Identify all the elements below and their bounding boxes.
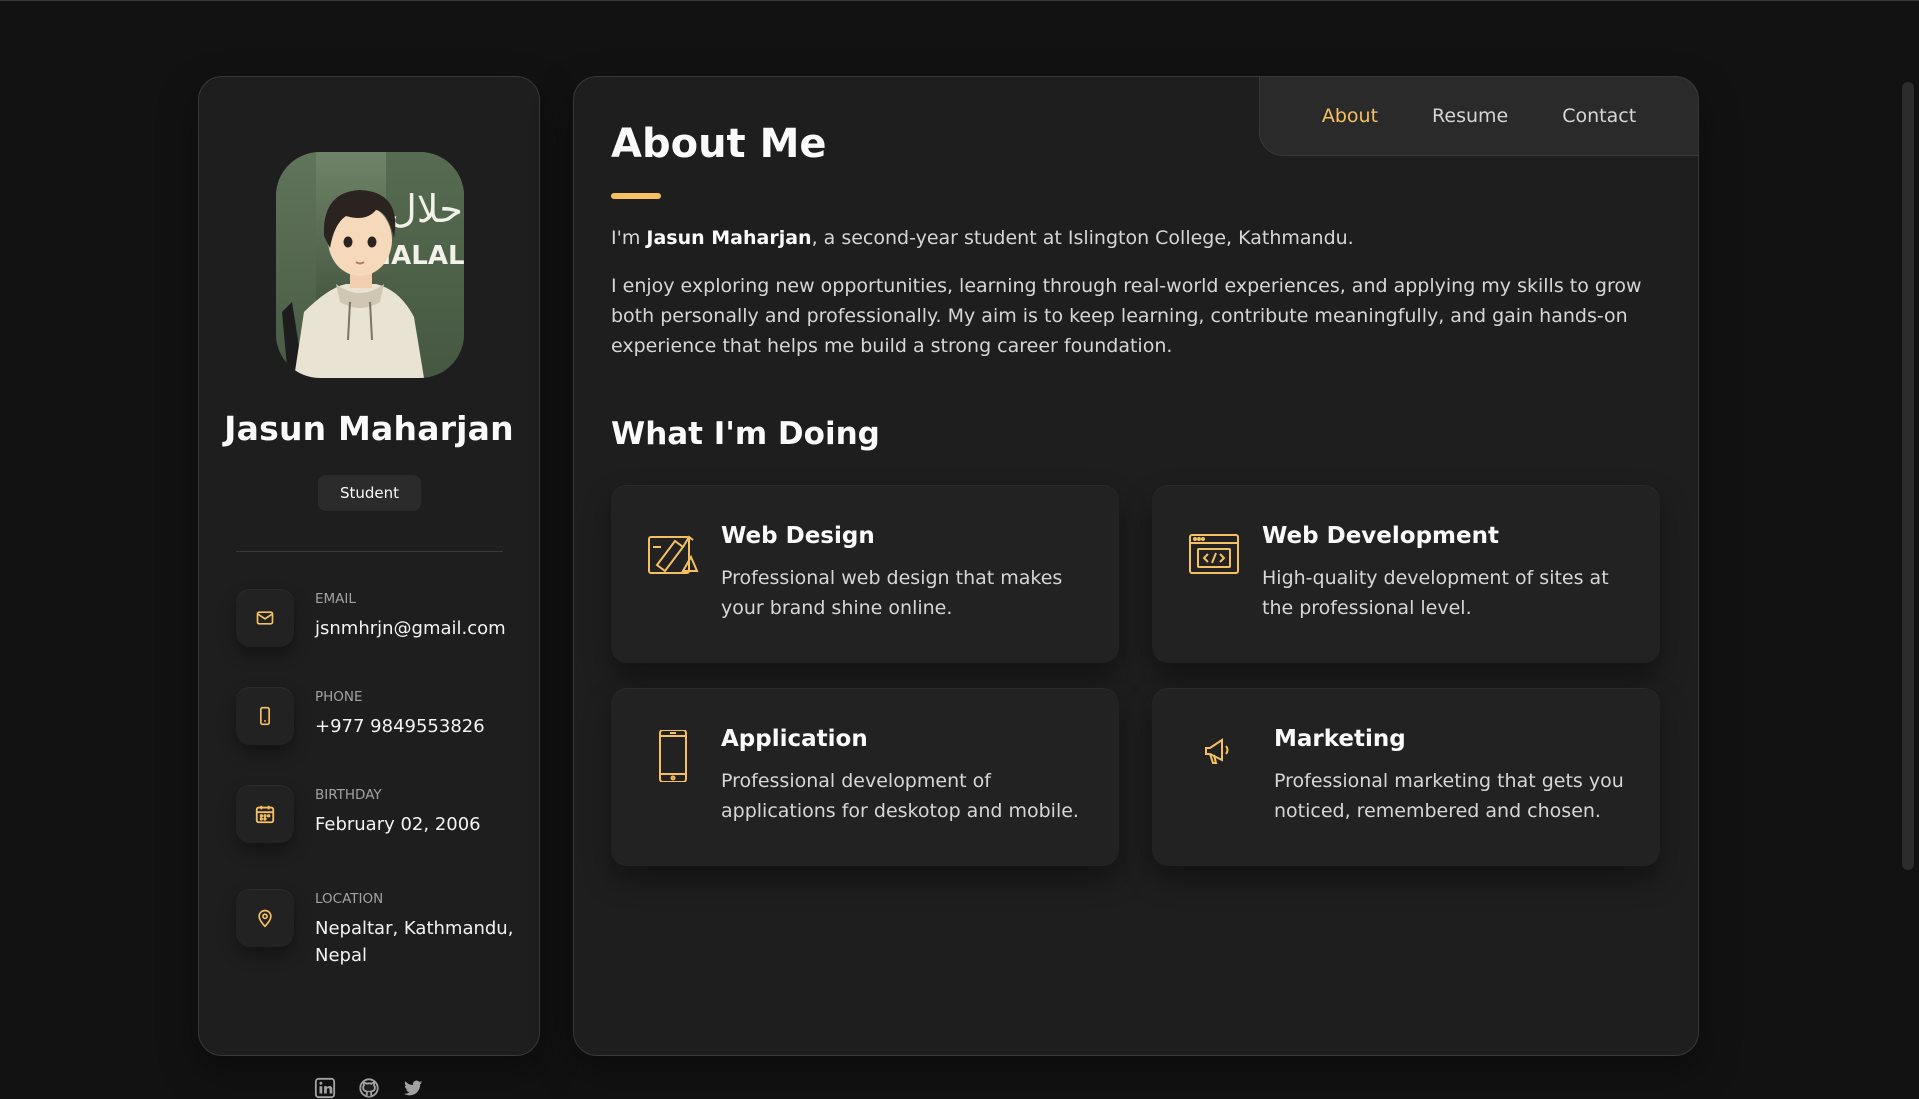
contact-label: Birthday <box>315 787 382 803</box>
mobile-icon <box>659 730 687 782</box>
service-title: Web Design <box>721 523 875 549</box>
service-text: Professional development of applications… <box>721 770 1079 822</box>
about-intro: I'm Jasun Maharjan, a second-year studen… <box>611 223 1661 253</box>
service-card-web-development: Web Development High-quality development… <box>1152 485 1660 663</box>
services-heading: What I'm Doing <box>611 416 880 452</box>
avatar-illustration: حلال HALAL <box>276 152 464 378</box>
profile-name: Jasun Maharjan <box>224 409 514 448</box>
birthday-value: February 02, 2006 <box>315 814 481 835</box>
service-text: Professional web design that makes your … <box>721 567 1063 619</box>
calendar-icon <box>236 785 294 843</box>
nav-contact[interactable]: Contact <box>1562 105 1636 127</box>
service-title: Marketing <box>1274 726 1406 752</box>
navbar: About Resume Contact <box>1259 76 1699 156</box>
top-border <box>0 0 1919 1</box>
location-icon <box>236 889 294 947</box>
avatar: حلال HALAL <box>276 152 464 378</box>
contact-label: Email <box>315 591 356 607</box>
intro-prefix: I'm <box>611 227 647 249</box>
page-scrollbar[interactable] <box>1902 82 1914 870</box>
service-title: Application <box>721 726 868 752</box>
location-value: Nepaltar, Kathmandu, Nepal <box>315 918 514 966</box>
linkedin-icon[interactable] <box>314 1077 336 1099</box>
nav-resume[interactable]: Resume <box>1432 105 1508 127</box>
email-link[interactable]: jsnmhrjn@gmail.com <box>315 615 525 642</box>
profile-sidebar: حلال HALAL Jasun Maharjan Student EMAIL … <box>198 76 540 1099</box>
contact-label: Phone <box>315 689 363 705</box>
service-text: High-quality development of sites at the… <box>1262 567 1609 619</box>
service-text: Professional marketing that gets you not… <box>1274 770 1624 822</box>
title-underline <box>611 193 661 199</box>
contact-label: Location <box>315 891 384 907</box>
mail-icon <box>236 589 294 647</box>
about-paragraph: I enjoy exploring new opportunities, lea… <box>611 275 1642 357</box>
intro-name: Jasun Maharjan <box>646 227 812 249</box>
intro-suffix: , a second-year student at Islington Col… <box>811 227 1354 249</box>
main-content: About Resume Contact About Me I'm Jasun … <box>573 76 1699 1056</box>
service-card-application: Application Professional development of … <box>611 688 1119 866</box>
phone-icon <box>236 687 294 745</box>
phone-link[interactable]: +977 9849553826 <box>315 713 525 740</box>
code-icon <box>1189 534 1239 574</box>
github-icon[interactable] <box>358 1077 380 1099</box>
service-title: Web Development <box>1262 523 1499 549</box>
social-links <box>199 1077 539 1099</box>
design-icon <box>648 535 699 574</box>
service-card-marketing: Marketing Professional marketing that ge… <box>1152 688 1660 866</box>
about-text: I'm Jasun Maharjan, a second-year studen… <box>611 223 1661 379</box>
service-card-web-design: Web Design Professional web design that … <box>611 485 1119 663</box>
nav-about[interactable]: About <box>1322 105 1378 127</box>
profile-title-badge: Student <box>318 475 421 511</box>
twitter-icon[interactable] <box>402 1077 424 1099</box>
page-title: About Me <box>611 121 827 167</box>
avatar-arabic-sign: حلال <box>389 187 463 231</box>
megaphone-icon <box>1205 738 1229 764</box>
sidebar-divider <box>236 551 503 552</box>
